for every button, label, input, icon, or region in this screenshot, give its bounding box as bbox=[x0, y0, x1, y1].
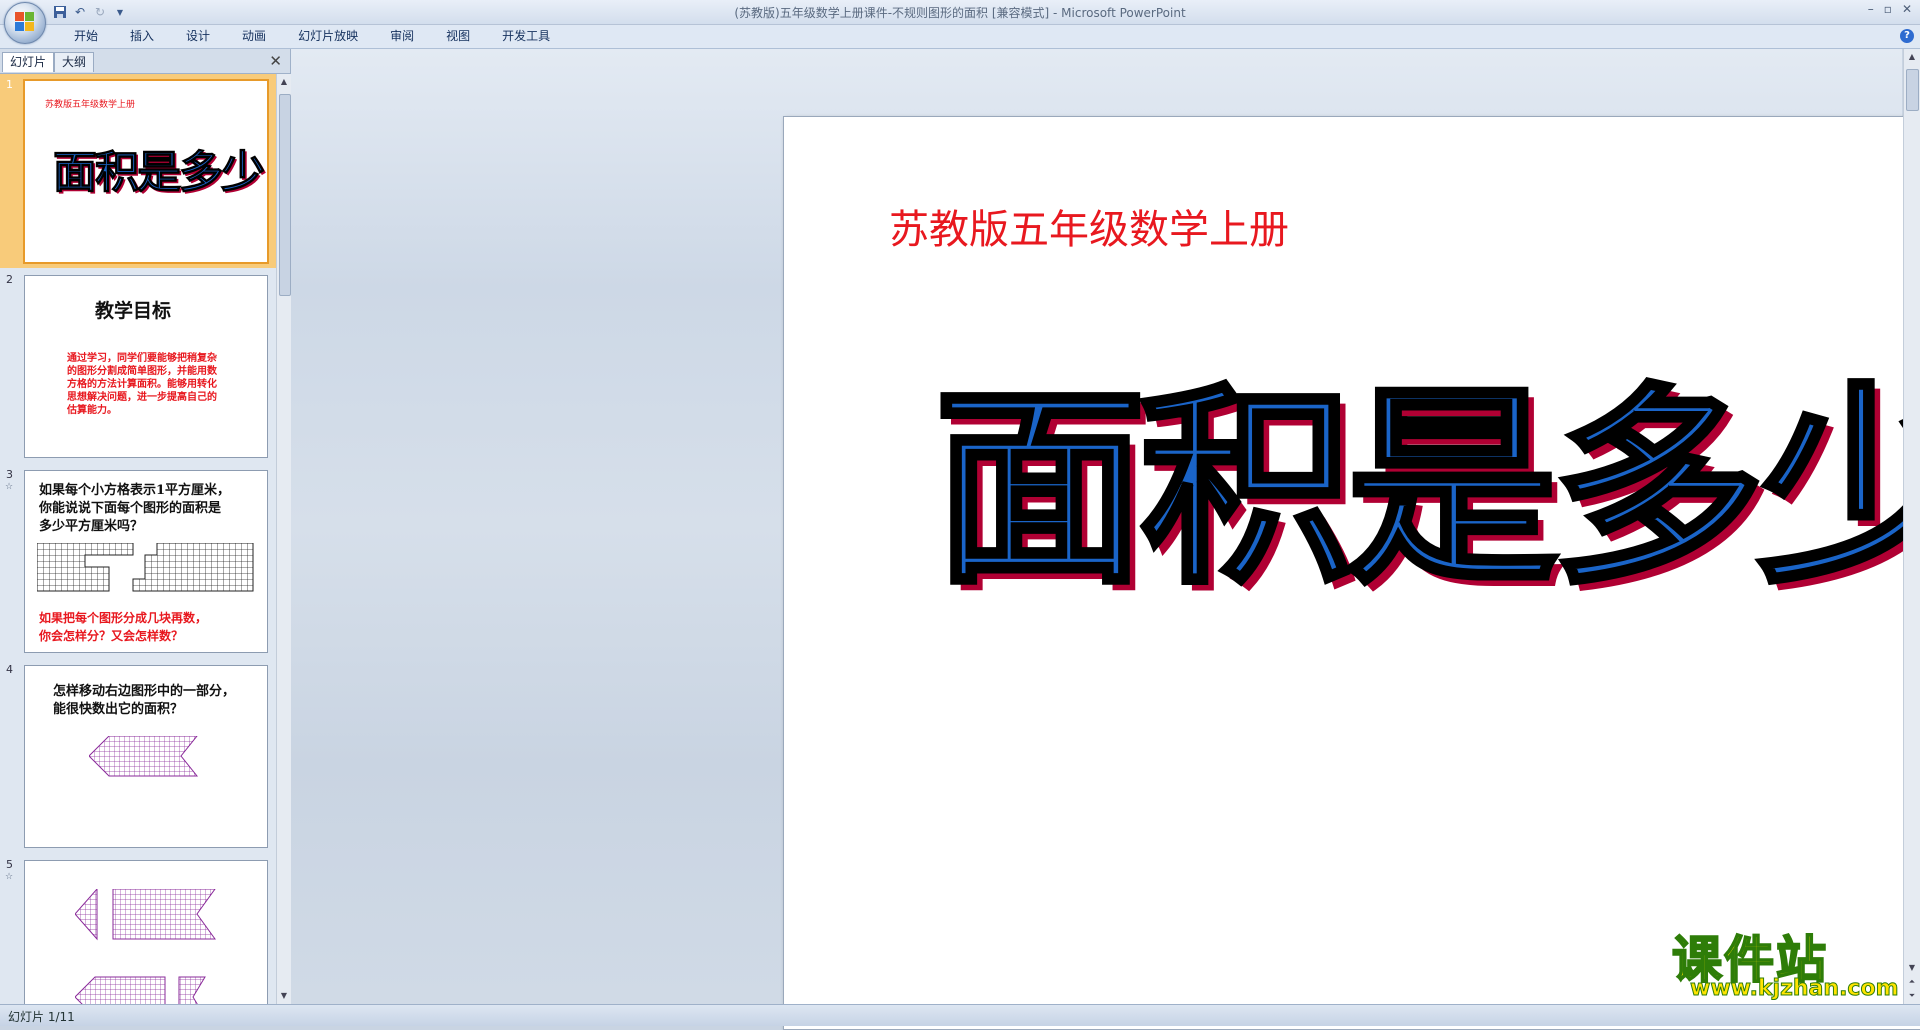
thumbnail-canvas: 怎样移动右边图形中的一部分， 能很快数出它的面积？ bbox=[24, 665, 268, 848]
tab-slideshow[interactable]: 幻灯片放映 bbox=[282, 29, 374, 44]
thumbnail-canvas: 如果每个小方格表示1平方厘米， 你能说说下面每个图形的面积是 多少平方厘米吗？ … bbox=[24, 470, 268, 653]
scroll-up-icon[interactable]: ▲ bbox=[1906, 51, 1918, 63]
split-figures-image bbox=[75, 889, 216, 1004]
customize-qat-icon[interactable]: ▼ bbox=[112, 4, 128, 20]
slide-editor: 苏教版五年级数学上册 面积是多少 bbox=[291, 49, 1920, 1030]
thumb-text-line: 多少平方厘米吗？ bbox=[39, 519, 144, 534]
scrollbar-thumb[interactable] bbox=[1906, 69, 1919, 111]
tab-insert[interactable]: 插入 bbox=[114, 29, 170, 44]
thumbnail-canvas bbox=[24, 860, 268, 1004]
status-bar: 幻灯片 1/11 bbox=[0, 1004, 1920, 1026]
scroll-up-icon[interactable]: ▲ bbox=[278, 76, 290, 88]
slide-number: 1 bbox=[6, 78, 13, 91]
next-slide-icon[interactable]: ⏷ bbox=[1906, 990, 1918, 1002]
close-button[interactable]: ✕ bbox=[1902, 2, 1912, 16]
watermark-url: www.kjzhan.com bbox=[1690, 976, 1900, 1002]
slide-number: 4 bbox=[6, 663, 13, 676]
quick-access-toolbar: ↶ ↻ ▼ bbox=[52, 3, 128, 21]
undo-icon[interactable]: ↶ bbox=[72, 4, 88, 20]
thumb-text-line: 你会怎样分？又会怎样数？ bbox=[39, 629, 184, 643]
thumbnail-scrollbar[interactable]: ▲ ▼ bbox=[276, 74, 291, 1004]
thumbnail-slide-1[interactable]: 1 苏教版五年级数学上册 面积是多少 bbox=[0, 74, 276, 268]
pane-tabs: 幻灯片 大纲 ✕ bbox=[0, 49, 290, 74]
scroll-down-icon[interactable]: ▼ bbox=[1906, 962, 1918, 974]
pane-close-icon[interactable]: ✕ bbox=[269, 52, 282, 70]
tab-animations[interactable]: 动画 bbox=[226, 29, 282, 44]
slides-pane: 幻灯片 大纲 ✕ 1 苏教版五年级数学上册 面积是多少 2 教学目标 通过学习，… bbox=[0, 49, 291, 1004]
watermark-logo: 课件站 www.kjzhan.com bbox=[1671, 920, 1904, 1005]
save-icon[interactable] bbox=[52, 4, 68, 20]
slide-number: 2 bbox=[6, 273, 13, 286]
thumb-text-line: 能很快数出它的面积？ bbox=[53, 702, 184, 717]
thumb-text-line: 估算能力。 bbox=[67, 405, 117, 416]
ribbon-tabs: 开始 插入 设计 动画 幻灯片放映 审阅 视图 开发工具 bbox=[58, 29, 566, 44]
thumbnail-canvas: 教学目标 通过学习，同学们要能够把稍复杂 的图形分割成简单图形，并能用数 方格的… bbox=[24, 275, 268, 458]
slide-number: 5 bbox=[6, 858, 13, 871]
slide-subtitle[interactable]: 苏教版五年级数学上册 bbox=[889, 197, 1289, 255]
title-bar: (苏教版)五年级数学上册课件-不规则图形的面积 [兼容模式] - Microso… bbox=[0, 0, 1920, 25]
tab-view[interactable]: 视图 bbox=[430, 29, 486, 44]
thumbnail-list: 1 苏教版五年级数学上册 面积是多少 2 教学目标 通过学习，同学们要能够把稍复… bbox=[0, 74, 276, 1004]
previous-slide-icon[interactable]: ⏶ bbox=[1906, 976, 1918, 988]
animation-star-icon: ☆ bbox=[5, 872, 14, 882]
thumb-subtitle: 苏教版五年级数学上册 bbox=[45, 100, 136, 110]
thumb-text-line: 如果把每个图形分成几块再数， bbox=[39, 611, 208, 625]
slide-canvas[interactable]: 苏教版五年级数学上册 面积是多少 bbox=[783, 116, 1920, 1030]
scroll-down-icon[interactable]: ▼ bbox=[278, 990, 290, 1002]
window-controls: – ▫ ✕ bbox=[1868, 2, 1912, 16]
animation-star-icon: ☆ bbox=[5, 482, 14, 492]
thumb-text-line: 你能说说下面每个图形的面积是 bbox=[39, 501, 222, 516]
maximize-button[interactable]: ▫ bbox=[1884, 2, 1892, 16]
slide-counter: 幻灯片 1/11 bbox=[8, 1010, 75, 1024]
minimize-button[interactable]: – bbox=[1868, 2, 1874, 16]
office-button[interactable] bbox=[4, 2, 46, 44]
tab-outline[interactable]: 大纲 bbox=[54, 52, 95, 72]
tab-slides[interactable]: 幻灯片 bbox=[2, 52, 55, 72]
arrow-grid-image bbox=[89, 736, 199, 777]
thumb-text-line: 怎样移动右边图形中的一部分， bbox=[53, 684, 236, 699]
thumbnail-slide-4[interactable]: 4 怎样移动右边图形中的一部分， 能很快数出它的面积？ bbox=[0, 659, 276, 853]
tab-home[interactable]: 开始 bbox=[58, 29, 114, 44]
tab-review[interactable]: 审阅 bbox=[374, 29, 430, 44]
ribbon: 开始 插入 设计 动画 幻灯片放映 审阅 视图 开发工具 ? bbox=[0, 25, 1920, 49]
tab-design[interactable]: 设计 bbox=[170, 29, 226, 44]
thumbnail-slide-2[interactable]: 2 教学目标 通过学习，同学们要能够把稍复杂 的图形分割成简单图形，并能用数 方… bbox=[0, 269, 276, 463]
help-icon[interactable]: ? bbox=[1900, 29, 1914, 43]
window-title: (苏教版)五年级数学上册课件-不规则图形的面积 [兼容模式] - Microso… bbox=[734, 6, 1186, 20]
scrollbar-thumb[interactable] bbox=[279, 94, 291, 296]
slide-title[interactable]: 面积是多少 bbox=[932, 380, 1920, 597]
thumb-heading: 教学目标 bbox=[95, 300, 172, 322]
thumbnail-slide-3[interactable]: 3 ☆ 如果每个小方格表示1平方厘米， 你能说说下面每个图形的面积是 多少平方厘… bbox=[0, 464, 276, 658]
tab-developer[interactable]: 开发工具 bbox=[486, 29, 566, 44]
thumb-title: 面积是多少 bbox=[53, 147, 266, 199]
slide-number: 3 bbox=[6, 468, 13, 481]
thumbnail-slide-5[interactable]: 5 ☆ bbox=[0, 854, 276, 1004]
grid-figures-image bbox=[37, 543, 254, 592]
redo-icon[interactable]: ↻ bbox=[92, 4, 108, 20]
thumb-text-line: 如果每个小方格表示1平方厘米， bbox=[39, 483, 231, 498]
editor-scrollbar[interactable]: ▲ ▼ ⏶ ⏷ bbox=[1903, 49, 1920, 1004]
office-logo-icon bbox=[15, 12, 35, 32]
thumbnail-canvas: 苏教版五年级数学上册 面积是多少 bbox=[23, 79, 269, 264]
